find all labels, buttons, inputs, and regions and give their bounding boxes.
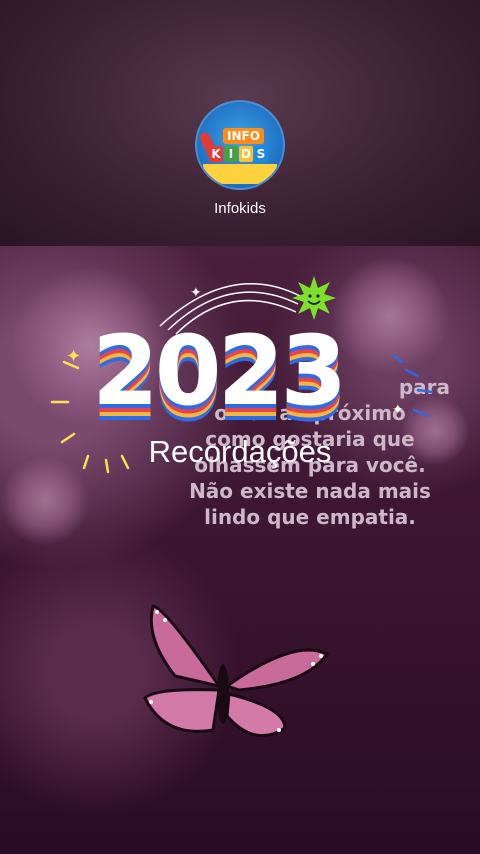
quote-line: Não existe nada mais [189, 479, 431, 503]
kids-letter: K [209, 146, 223, 162]
smiling-sun-icon [292, 276, 336, 320]
kids-letter: S [254, 146, 268, 162]
channel-name[interactable]: Infokids [0, 200, 480, 217]
avatar-ground [203, 164, 277, 184]
year-title: 2023 [92, 316, 392, 426]
channel-info[interactable]: INFO K I D S Infokids [0, 100, 480, 217]
butterfly-icon [143, 604, 330, 738]
avatar-info-label: INFO [223, 128, 264, 144]
kids-letter: I [224, 146, 238, 162]
avatar-kids-letters: K I D S [209, 146, 268, 162]
subtitle-recordacoes: Recordações [148, 434, 332, 469]
year-text: 2023 [92, 315, 347, 427]
video-frame[interactable]: para olhar ao próximo como gostaria que … [0, 246, 480, 854]
quote-line: lindo que empatia. [204, 505, 416, 529]
channel-avatar[interactable]: INFO K I D S [195, 100, 285, 190]
kids-letter: D [239, 146, 253, 162]
burst-lines-icon [392, 354, 434, 418]
sparkle-icon: ✦ [190, 284, 202, 300]
video-header-area: INFO K I D S Infokids [0, 0, 480, 246]
